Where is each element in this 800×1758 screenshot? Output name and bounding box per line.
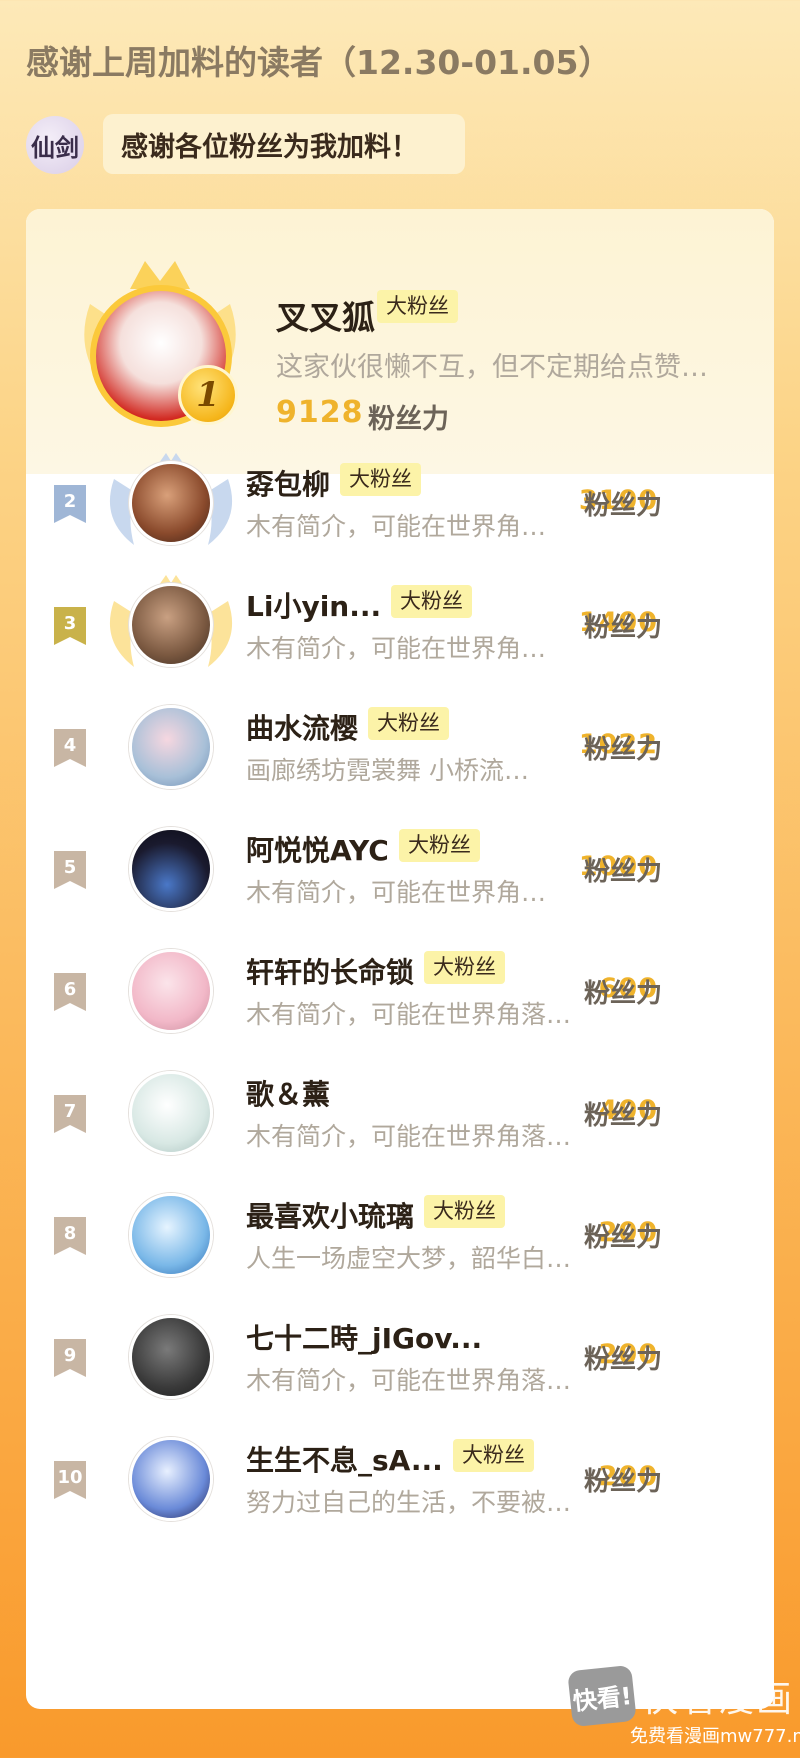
fan-avatar[interactable] [129, 949, 213, 1033]
fan-bio: 木有简介，可能在世界角落… [246, 1000, 572, 1029]
fan-row[interactable]: 9 七十二時_jIGov... 木有简介，可能在世界角落… 200 粉丝力 [26, 1289, 774, 1409]
watermark-name: 快看漫画 [642, 1679, 795, 1720]
rank-number: 5 [63, 857, 77, 878]
rank-tag: 5 [54, 851, 86, 889]
fan-badge-label: 大粉丝 [368, 707, 449, 740]
fan-badge: 大粉丝 [340, 463, 421, 496]
thanks-message: 感谢各位粉丝为我加料！ [121, 131, 418, 163]
fan-row[interactable]: 5 阿悦悦AYC 大粉丝 木有简介，可能在世界角… 1000 粉丝力 [26, 801, 774, 921]
fan-badge-label: 大粉丝 [399, 829, 480, 862]
rank-tag: 10 [54, 1461, 86, 1499]
fan-badge: 大粉丝 [399, 829, 480, 862]
fan-name[interactable]: 歌＆薰 [246, 1073, 330, 1113]
fan-name[interactable]: 孬包柳 [246, 463, 330, 503]
fan-avatar[interactable] [129, 827, 213, 911]
fan-badge: 大粉丝 [368, 707, 449, 740]
rank-tag: 4 [54, 729, 86, 767]
watermark-logo-icon: 快看! [567, 1664, 637, 1728]
fan-score-unit: 粉丝力 [584, 857, 663, 887]
fan-badge: 大粉丝 [391, 585, 472, 618]
fan-badge-label: 大粉丝 [424, 951, 505, 984]
fan-row[interactable]: 6 轩轩的长命锁 大粉丝 木有简介，可能在世界角落… 600 粉丝力 [26, 923, 774, 1043]
fan-score-unit: 粉丝力 [584, 1223, 663, 1253]
author-avatar-text: 仙剑 [31, 132, 79, 162]
rank-tag: 3 [54, 607, 86, 645]
rank-tag: 9 [54, 1339, 86, 1377]
fan-name[interactable]: 七十二時_jIGov... [246, 1317, 482, 1357]
fan-score-unit: 粉丝力 [584, 979, 663, 1009]
fan-avatar[interactable] [129, 461, 213, 545]
fan-badge-label: 大粉丝 [340, 463, 421, 496]
rank-number: 7 [63, 1101, 77, 1122]
watermark: 快看! 快看漫画 免费看漫画mw777.me [567, 1662, 800, 1752]
fan-name[interactable]: 生生不息_sA... [246, 1439, 443, 1479]
top-fan-bio: 这家伙很懒不互，但不定期给点赞… [276, 352, 708, 383]
fan-name[interactable]: 曲水流樱 [246, 707, 358, 747]
fan-badge-label: 大粉丝 [377, 290, 458, 323]
fan-name[interactable]: Li小yin... [246, 585, 381, 625]
rank-number: 3 [63, 613, 77, 634]
fan-bio: 木有简介，可能在世界角落… [246, 1122, 572, 1151]
fan-avatar[interactable] [129, 583, 213, 667]
top-fan-score-unit: 粉丝力 [368, 404, 449, 435]
thanks-message-bubble: 感谢各位粉丝为我加料！ [103, 114, 465, 174]
fan-row[interactable]: 8 最喜欢小琉璃 大粉丝 人生一场虚空大梦，韶华白… 200 粉丝力 [26, 1167, 774, 1287]
fan-badge: 大粉丝 [424, 951, 505, 984]
fan-name[interactable]: 阿悦悦AYC [246, 829, 389, 869]
fan-badge: 大粉丝 [424, 1195, 505, 1228]
rank-tag: 8 [54, 1217, 86, 1255]
fan-name[interactable]: 轩轩的长命锁 [246, 951, 414, 991]
rank-number: 10 [57, 1467, 83, 1488]
fan-score-unit: 粉丝力 [584, 613, 663, 643]
rank-tag: 7 [54, 1095, 86, 1133]
rank-1-medal: 1 [178, 365, 238, 425]
fan-row[interactable]: 10 生生不息_sA... 大粉丝 努力过自己的生活，不要被… 200 粉丝力 [26, 1411, 774, 1531]
fan-avatar[interactable] [129, 1315, 213, 1399]
fan-badge-label: 大粉丝 [453, 1439, 534, 1472]
fan-avatar[interactable] [129, 705, 213, 789]
fan-badge-label: 大粉丝 [424, 1195, 505, 1228]
fan-bio: 木有简介，可能在世界角… [246, 878, 547, 907]
rank-number: 9 [63, 1345, 77, 1366]
fan-ranking-card: 1 叉叉狐 大粉丝 这家伙很懒不互，但不定期给点赞… 9128 粉丝力 2 孬包柳… [26, 209, 774, 1709]
fan-row[interactable]: 4 曲水流樱 大粉丝 画廊绣坊霓裳舞 小桥流… 1022 粉丝力 [26, 679, 774, 799]
fan-row[interactable]: 2 孬包柳 大粉丝 木有简介，可能在世界角… 3100 粉丝力 [26, 435, 774, 555]
fan-bio: 木有简介，可能在世界角… [246, 512, 547, 541]
fan-bio: 木有简介，可能在世界角… [246, 634, 547, 663]
rank-number: 8 [63, 1223, 77, 1244]
fan-bio: 努力过自己的生活，不要被… [246, 1488, 572, 1517]
fan-bio: 画廊绣坊霓裳舞 小桥流… [246, 756, 529, 785]
fan-badge-label: 大粉丝 [391, 585, 472, 618]
rank-number: 2 [63, 491, 77, 512]
top-fan-score: 9128 [276, 395, 364, 430]
fan-score-unit: 粉丝力 [584, 491, 663, 521]
fan-avatar[interactable] [129, 1437, 213, 1521]
rank-tag: 6 [54, 973, 86, 1011]
rank-tag: 2 [54, 485, 86, 523]
fan-score-unit: 粉丝力 [584, 1467, 663, 1497]
top-fan-badge: 大粉丝 [377, 290, 458, 323]
fan-name[interactable]: 最喜欢小琉璃 [246, 1195, 414, 1235]
author-avatar[interactable]: 仙剑 [26, 116, 84, 174]
page-title: 感谢上周加料的读者（12.30-01.05） [26, 43, 612, 82]
watermark-url: 免费看漫画mw777.me [630, 1726, 800, 1747]
fan-avatar[interactable] [129, 1071, 213, 1155]
fan-row[interactable]: 3 Li小yin... 大粉丝 木有简介，可能在世界角… 1400 粉丝力 [26, 557, 774, 677]
fan-bio: 人生一场虚空大梦，韶华白… [246, 1244, 572, 1273]
fan-badge: 大粉丝 [453, 1439, 534, 1472]
top-fan-name[interactable]: 叉叉狐 [276, 291, 375, 339]
rank-number: 6 [63, 979, 77, 1000]
fan-row[interactable]: 7 歌＆薰 木有简介，可能在世界角落… 400 粉丝力 [26, 1045, 774, 1165]
fan-score-unit: 粉丝力 [584, 735, 663, 765]
top-fan-rank: 1 [196, 375, 220, 415]
fan-avatar[interactable] [129, 1193, 213, 1277]
fan-bio: 木有简介，可能在世界角落… [246, 1366, 572, 1395]
fan-score-unit: 粉丝力 [584, 1101, 663, 1131]
fan-score-unit: 粉丝力 [584, 1345, 663, 1375]
rank-number: 4 [63, 735, 77, 756]
